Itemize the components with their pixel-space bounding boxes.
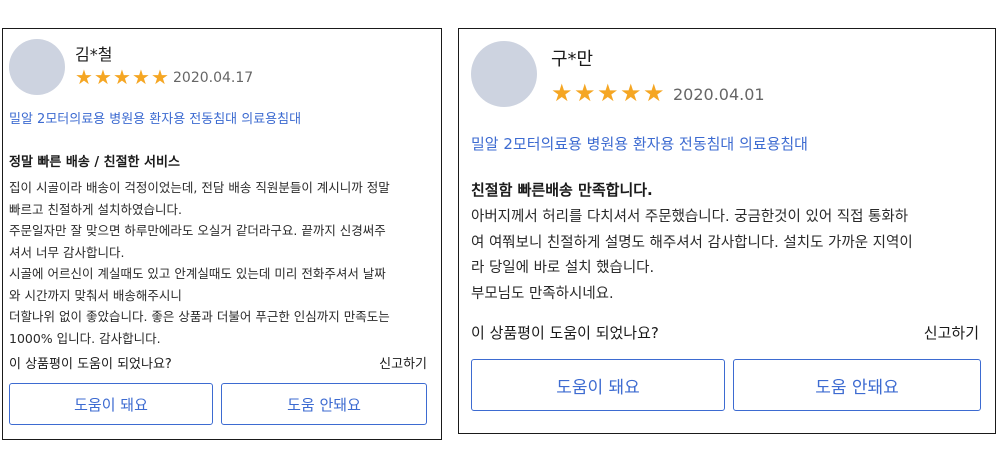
review-body-line: 셔서 너무 감사합니다. xyxy=(9,244,125,260)
review-title: 정말 빠른 배송 / 친절한 서비스 xyxy=(9,155,180,170)
helpful-no-button[interactable]: 도움 안돼요 xyxy=(221,383,427,425)
product-link[interactable]: 밀알 2모터의료용 병원용 환자용 전동침대 의료용침대 xyxy=(9,108,301,127)
report-link[interactable]: 신고하기 xyxy=(379,353,427,372)
review-card: 김*철 ★ ★ ★ ★ ★ 2020.04.17 밀알 2모터의료용 병원용 환… xyxy=(2,28,442,440)
helpful-yes-button[interactable]: 도움이 돼요 xyxy=(9,383,213,425)
star-rating: ★ ★ ★ ★ ★ xyxy=(551,81,666,105)
star-icon: ★ xyxy=(113,65,131,89)
reviewer-name: 김*철 xyxy=(75,45,113,64)
review-body-line: 아버지께서 허리를 다치셔서 주문했습니다. 궁금한것이 있어 직접 통화하 xyxy=(471,209,909,225)
star-icon: ★ xyxy=(94,65,112,89)
review-body-line: 와 시간까지 맞춰서 배송해주시니 xyxy=(9,287,182,303)
review-card: 구*만 ★ ★ ★ ★ ★ 2020.04.01 밀알 2모터의료용 병원용 환… xyxy=(458,28,996,434)
review-body-line: 집이 시골이라 배송이 걱정이었는데, 전담 배송 직원분들이 계시니까 정말 xyxy=(9,180,390,195)
review-body-line: 주문일자만 잘 맞으면 하루만에라도 오실거 같더라구요. 끝까지 신경써주 xyxy=(9,223,386,238)
review-body-line: 더할나위 없이 좋았습니다. 좋은 상품과 더불어 푸근한 인심까지 만족도는 xyxy=(9,309,390,324)
star-icon: ★ xyxy=(151,65,169,89)
review-body-line: 시골에 어르신이 계실때도 있고 안계실때도 있는데 미리 전화주셔서 날짜 xyxy=(9,266,386,281)
star-icon: ★ xyxy=(574,79,596,107)
helpful-yes-button[interactable]: 도움이 돼요 xyxy=(471,359,725,411)
helpful-no-button[interactable]: 도움 안돼요 xyxy=(733,359,981,411)
star-icon: ★ xyxy=(75,65,93,89)
review-body-line: 1000% 입니다. 감사합니다. xyxy=(9,330,161,346)
review-body-line: 빠르고 친절하게 설치하였습니다. xyxy=(9,201,182,217)
star-icon: ★ xyxy=(597,79,619,107)
helpful-question: 이 상품평이 도움이 되었나요? xyxy=(471,324,659,342)
review-date: 2020.04.01 xyxy=(673,85,765,104)
star-icon: ★ xyxy=(620,79,642,107)
report-link[interactable]: 신고하기 xyxy=(924,322,979,343)
star-icon: ★ xyxy=(643,79,665,107)
review-date: 2020.04.17 xyxy=(173,70,254,86)
helpful-question: 이 상품평이 도움이 되었나요? xyxy=(9,357,172,372)
review-body-line: 라 당일에 바로 설치 했습니다. xyxy=(471,260,655,276)
star-icon: ★ xyxy=(551,79,573,107)
review-body-line: 여 여쭤보니 친절하게 설명도 해주셔서 감사합니다. 설치도 가까운 지역이 xyxy=(471,234,913,251)
review-body: 아버지께서 허리를 다치셔서 주문했습니다. 궁금한것이 있어 직접 통화하 여… xyxy=(471,205,913,307)
star-rating: ★ ★ ★ ★ ★ xyxy=(75,67,170,87)
avatar xyxy=(471,41,537,107)
star-icon: ★ xyxy=(132,65,150,89)
review-body: 집이 시골이라 배송이 걱정이었는데, 전담 배송 직원분들이 계시니까 정말 … xyxy=(9,177,390,349)
review-title: 친절함 빠른배송 만족합니다. xyxy=(471,181,653,199)
avatar xyxy=(9,39,65,95)
product-link[interactable]: 밀알 2모터의료용 병원용 환자용 전동침대 의료용침대 xyxy=(471,133,808,154)
reviewer-name: 구*만 xyxy=(551,49,594,70)
review-body-line: 부모님도 만족하시네요. xyxy=(471,285,614,302)
